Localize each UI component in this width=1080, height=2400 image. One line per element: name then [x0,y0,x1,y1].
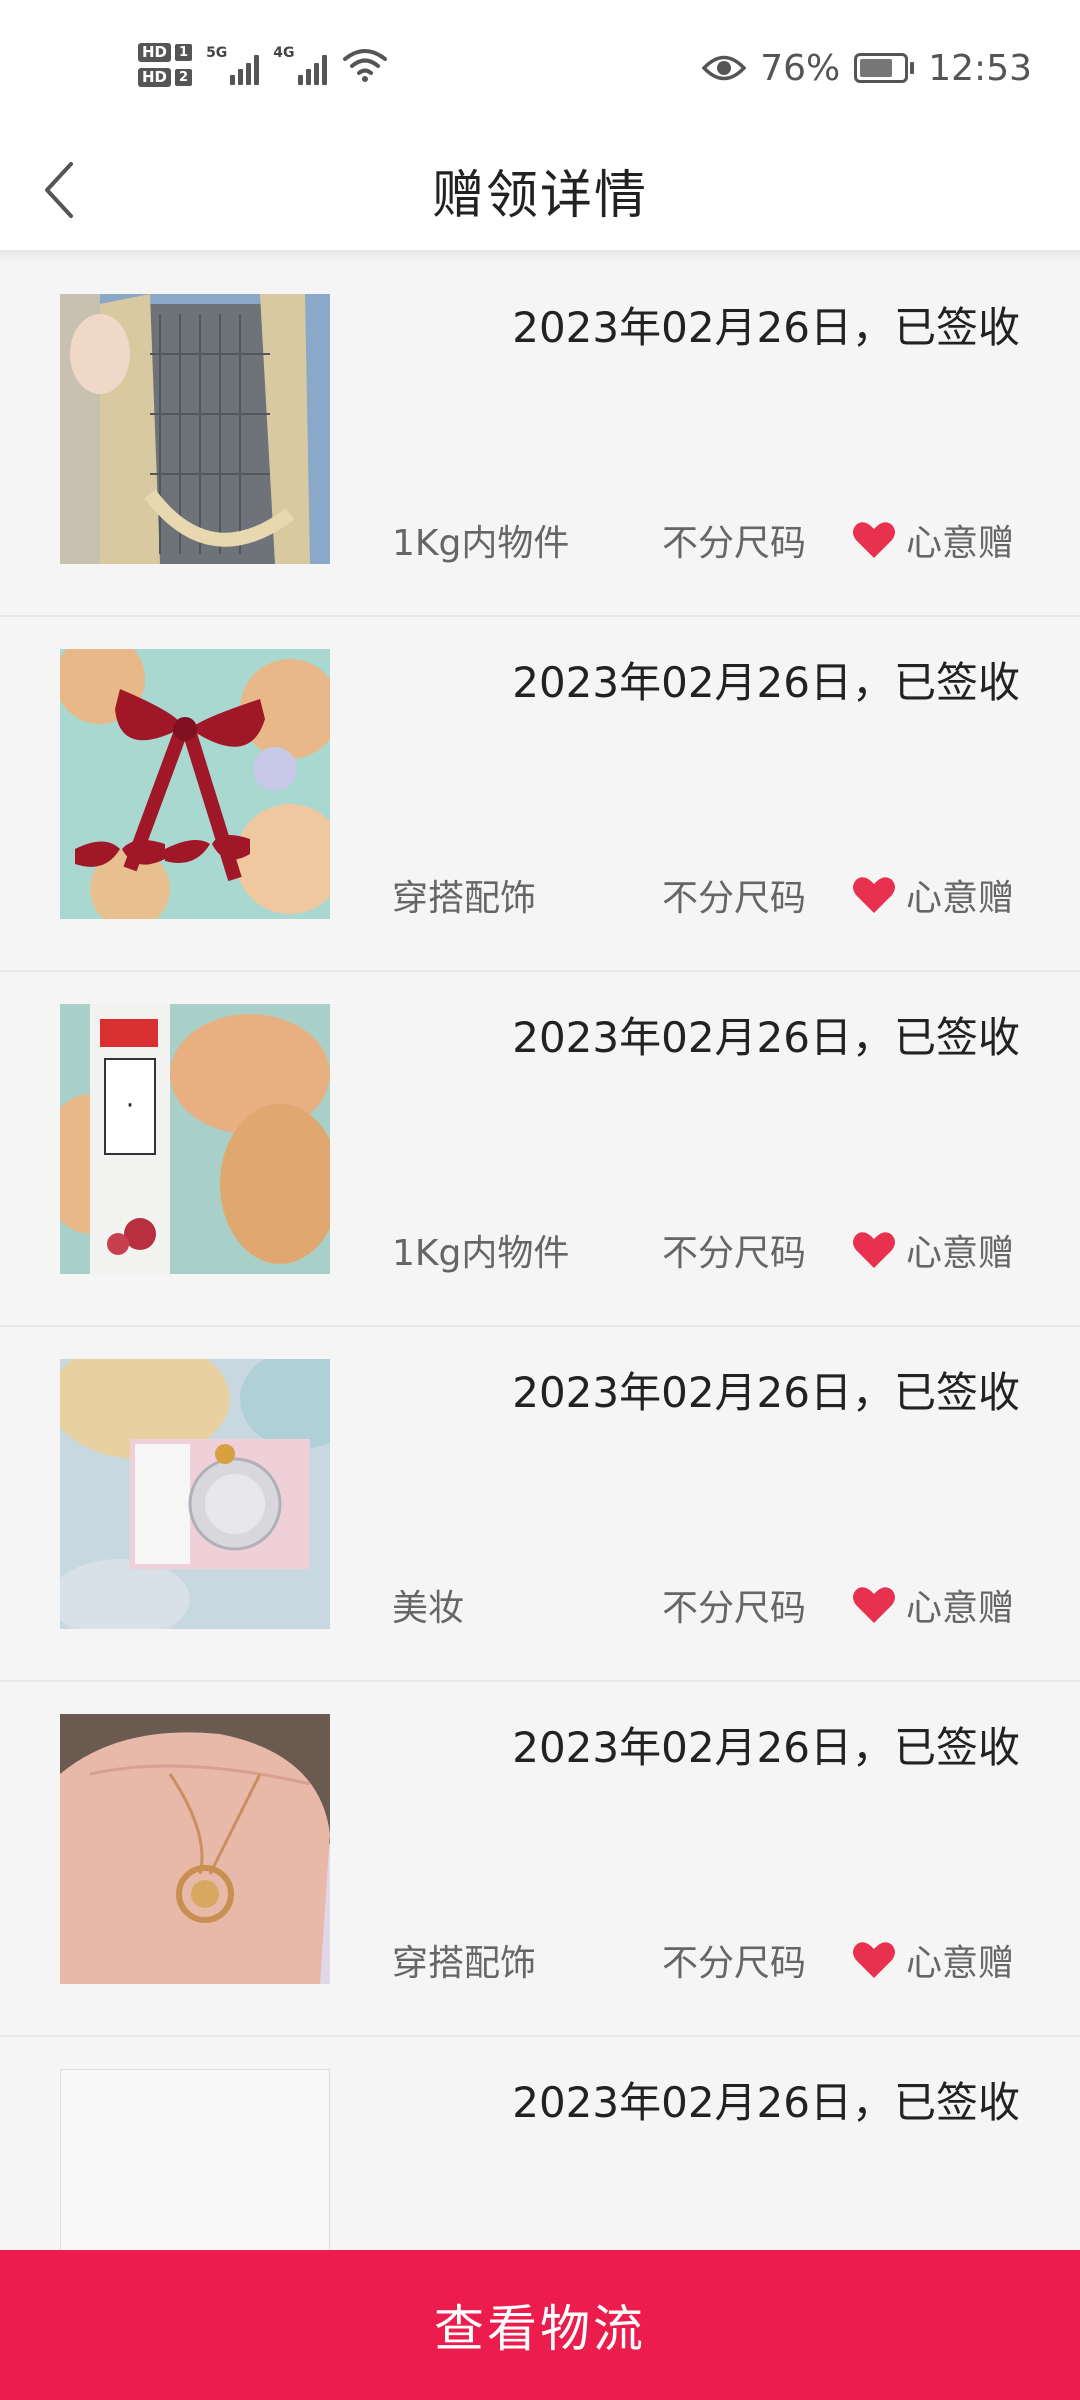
gift-type-label: 心意赠 [906,878,1015,919]
gift-type-label: 心意赠 [906,1233,1015,1274]
sim2-badge: 2 [175,69,193,86]
item-thumbnail[interactable] [60,294,330,564]
status-right: 76% 12:53 [702,40,1032,96]
item-category: 穿搭配饰 [392,1943,537,1984]
item-thumbnail[interactable] [60,1359,330,1629]
signal-4g-icon: 4G [273,45,327,85]
svg-text:·: · [126,1091,134,1121]
gift-type-label: 心意赠 [906,1943,1015,1984]
list-item[interactable]: 2023年02月26日，已签收 美妆 不分尺码 心意赠 [0,1327,1080,1682]
heart-icon [853,1232,895,1268]
item-meta: 穿搭配饰 不分尺码 心意赠 [392,1930,1032,1990]
heart-icon [853,1587,895,1623]
header-divider [0,250,1080,262]
gift-type: 心意赠 [852,869,1014,921]
item-category: 1Kg内物件 [392,523,570,564]
item-meta: 穿搭配饰 不分尺码 心意赠 [392,865,1032,925]
sign-date: 2023年02月26日，已签收 [512,1723,1020,1772]
hd-badge: HD [138,43,172,62]
battery-icon [854,53,915,83]
heart-icon [853,522,895,558]
sign-date: 2023年02月26日，已签收 [512,303,1020,352]
gift-type: 心意赠 [852,1934,1014,1986]
item-category: 1Kg内物件 [392,1233,570,1274]
sim-indicators: HD 1 HD 2 [138,43,193,87]
gift-list: 2023年02月26日，已签收 1Kg内物件 不分尺码 心意赠 2023年02月… [0,262,1080,2392]
view-logistics-button[interactable]: 查看物流 [0,2250,1080,2400]
eye-icon [702,55,747,81]
sign-date: 2023年02月26日，已签收 [512,1013,1020,1062]
gift-type-label: 心意赠 [906,1588,1015,1629]
item-thumbnail[interactable]: · [60,1004,330,1274]
heart-icon [853,1942,895,1978]
item-meta: 1Kg内物件 不分尺码 心意赠 [392,510,1032,570]
item-category: 美妆 [392,1588,465,1629]
page-title: 赠领详情 [431,165,648,226]
clock: 12:53 [928,47,1032,89]
heart-icon [853,877,895,913]
list-item[interactable]: 2023年02月26日，已签收 穿搭配饰 不分尺码 心意赠 [0,617,1080,972]
item-size: 不分尺码 [662,878,807,919]
list-item[interactable]: 2023年02月26日，已签收 穿搭配饰 不分尺码 心意赠 [0,1682,1080,2037]
chevron-left-icon [45,162,73,218]
status-bar: HD 1 HD 2 5G 4G 76% 12:53 [0,0,1080,130]
item-thumbnail[interactable] [60,649,330,919]
battery-percent: 76% [760,47,841,89]
view-logistics-label: 查看物流 [434,2300,646,2358]
item-size: 不分尺码 [662,1588,807,1629]
list-item[interactable]: 2023年02月26日，已签收 1Kg内物件 不分尺码 心意赠 [0,262,1080,617]
sign-date: 2023年02月26日，已签收 [512,2078,1020,2127]
hd-badge: HD [138,68,172,87]
list-item[interactable]: · 2023年02月26日，已签收 1Kg内物件 不分尺码 心意赠 [0,972,1080,1327]
item-meta: 美妆 不分尺码 心意赠 [392,1575,1032,1635]
gift-type: 心意赠 [852,514,1014,566]
back-button[interactable] [24,148,94,232]
sign-date: 2023年02月26日，已签收 [512,658,1020,707]
signal-5g-icon: 5G [206,45,260,85]
status-left: HD 1 HD 2 5G 4G [138,30,389,100]
page-header: 赠领详情 [0,130,1080,250]
item-size: 不分尺码 [662,1233,807,1274]
gift-type: 心意赠 [852,1224,1014,1276]
item-category: 穿搭配饰 [392,878,537,919]
item-size: 不分尺码 [662,523,807,564]
item-thumbnail[interactable] [60,1714,330,1984]
gift-type: 心意赠 [852,1579,1014,1631]
gift-type-label: 心意赠 [906,523,1015,564]
sim1-badge: 1 [175,44,193,61]
item-size: 不分尺码 [662,1943,807,1984]
sign-date: 2023年02月26日，已签收 [512,1368,1020,1417]
item-meta: 1Kg内物件 不分尺码 心意赠 [392,1220,1032,1280]
wifi-icon [342,49,387,82]
